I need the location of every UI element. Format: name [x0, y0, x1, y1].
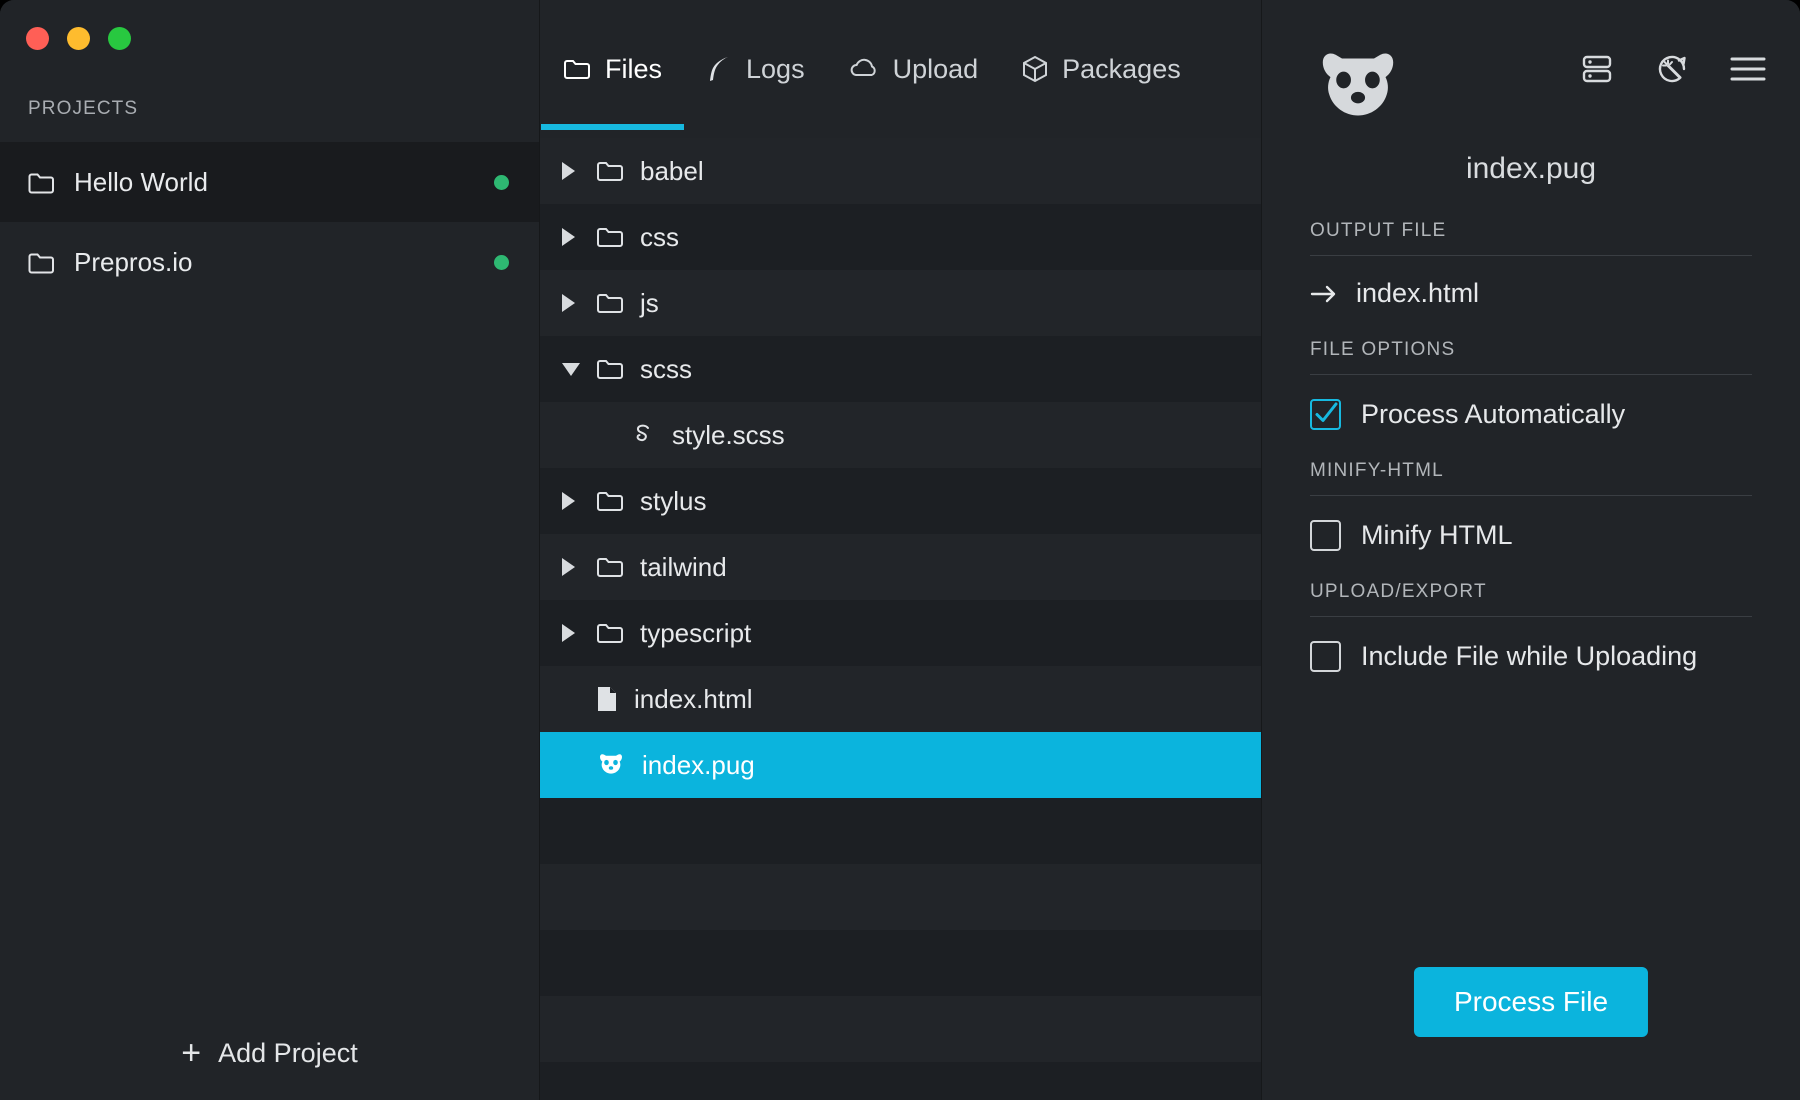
output-file-name: index.html — [1356, 278, 1479, 309]
file-tree-row-stylus[interactable]: stylus — [540, 468, 1261, 534]
folder-icon — [596, 291, 624, 315]
folder-icon — [596, 555, 624, 579]
tab-label: Files — [605, 54, 662, 85]
process-automatically-option[interactable]: Process Automatically — [1310, 399, 1752, 430]
file-name: scss — [640, 354, 692, 385]
arrow-right-icon — [1310, 284, 1338, 304]
sidebar-item-prepros-io[interactable]: Prepros.io — [0, 222, 539, 302]
file-name: tailwind — [640, 552, 727, 583]
status-badge — [494, 175, 509, 190]
include-file-checkbox[interactable] — [1310, 641, 1341, 672]
file-name: stylus — [640, 486, 706, 517]
minify-html-checkbox[interactable] — [1310, 520, 1341, 551]
file-name: css — [640, 222, 679, 253]
file-tree-empty-row — [540, 930, 1261, 996]
file-tree-row-js[interactable]: js — [540, 270, 1261, 336]
chevron-right-icon[interactable] — [562, 294, 596, 312]
pug-icon — [596, 752, 626, 778]
tab-label: Packages — [1062, 54, 1181, 85]
chevron-right-icon[interactable] — [562, 558, 596, 576]
package-icon — [1022, 55, 1048, 83]
file-tree-row-tailwind[interactable]: tailwind — [540, 534, 1261, 600]
file-tree-row-scss[interactable]: scss — [540, 336, 1261, 402]
file-tree-row-css[interactable]: css — [540, 204, 1261, 270]
file-tree-empty-row — [540, 798, 1261, 864]
projects-sidebar: PROJECTS Hello World Prepros.io + Add Pr… — [0, 0, 540, 1100]
folder-icon — [596, 489, 624, 513]
minify-section-label: MINIFY-HTML — [1310, 460, 1752, 496]
add-project-button[interactable]: + Add Project — [0, 1036, 539, 1070]
chevron-right-icon[interactable] — [562, 492, 596, 510]
maximize-button[interactable] — [108, 27, 131, 50]
add-project-label: Add Project — [218, 1038, 358, 1069]
folder-icon — [28, 171, 55, 194]
tab-bar: Files Logs Upload — [540, 0, 1261, 138]
hamburger-menu-icon[interactable] — [1730, 55, 1766, 83]
project-name: Hello World — [74, 167, 494, 198]
file-tree-empty-row — [540, 996, 1261, 1062]
server-stack-icon[interactable] — [1580, 52, 1614, 86]
cloud-icon — [849, 58, 879, 80]
minimize-button[interactable] — [67, 27, 90, 50]
folder-icon — [28, 251, 55, 274]
folder-icon — [596, 225, 624, 249]
files-panel: Files Logs Upload — [540, 0, 1262, 1100]
tab-label: Logs — [746, 54, 805, 85]
tab-label: Upload — [893, 54, 979, 85]
minify-html-option[interactable]: Minify HTML — [1310, 520, 1752, 551]
file-name: index.pug — [642, 750, 755, 781]
close-button[interactable] — [26, 27, 49, 50]
status-badge — [494, 255, 509, 270]
folder-icon — [596, 357, 624, 381]
upload-export-section-label: UPLOAD/EXPORT — [1310, 581, 1752, 617]
chevron-down-icon[interactable] — [562, 363, 596, 376]
tab-logs[interactable]: Logs — [684, 0, 827, 138]
file-tree-row-index-pug[interactable]: index.pug — [540, 732, 1261, 798]
include-file-label: Include File while Uploading — [1361, 641, 1697, 672]
projects-header: PROJECTS — [28, 98, 539, 120]
folder-icon — [596, 159, 624, 183]
file-options-section-label: FILE OPTIONS — [1310, 339, 1752, 375]
file-tree-row-typescript[interactable]: typescript — [540, 600, 1261, 666]
output-file-section-label: OUTPUT FILE — [1310, 220, 1752, 256]
document-icon — [596, 685, 618, 713]
file-tree-row-babel[interactable]: babel — [540, 138, 1261, 204]
file-name: style.scss — [672, 420, 785, 451]
file-tree[interactable]: babel css js scss — [540, 138, 1261, 1100]
process-automatically-label: Process Automatically — [1361, 399, 1625, 430]
file-name: js — [640, 288, 659, 319]
process-file-button[interactable]: Process File — [1414, 967, 1648, 1037]
process-automatically-checkbox[interactable] — [1310, 399, 1341, 430]
plus-icon: + — [181, 1036, 201, 1070]
file-details-panel: index.pug OUTPUT FILE index.html FILE OP… — [1262, 0, 1800, 1100]
file-tree-row-style-scss[interactable]: style.scss — [540, 402, 1261, 468]
folder-icon — [596, 621, 624, 645]
tab-upload[interactable]: Upload — [827, 0, 1001, 138]
file-tree-empty-row — [540, 1062, 1261, 1100]
minify-html-label: Minify HTML — [1361, 520, 1513, 551]
sass-icon — [630, 421, 656, 449]
file-name: babel — [640, 156, 704, 187]
project-list: Hello World Prepros.io — [0, 142, 539, 302]
app-window: PROJECTS Hello World Prepros.io + Add Pr… — [0, 0, 1800, 1100]
file-title: index.pug — [1310, 152, 1752, 186]
file-tree-row-index-html[interactable]: index.html — [540, 666, 1261, 732]
folder-icon — [563, 57, 591, 81]
toolbar-icons — [1580, 0, 1766, 138]
chevron-right-icon[interactable] — [562, 228, 596, 246]
project-name: Prepros.io — [74, 247, 494, 278]
include-file-option[interactable]: Include File while Uploading — [1310, 641, 1752, 672]
file-name: typescript — [640, 618, 751, 649]
magic-wand-refresh-icon[interactable] — [1654, 51, 1690, 87]
chevron-right-icon[interactable] — [562, 162, 596, 180]
feather-icon — [706, 55, 732, 83]
file-tree-empty-row — [540, 864, 1261, 930]
output-file-row: index.html — [1310, 278, 1752, 309]
window-controls — [0, 0, 539, 50]
tab-packages[interactable]: Packages — [1000, 0, 1203, 138]
file-name: index.html — [634, 684, 753, 715]
chevron-right-icon[interactable] — [562, 624, 596, 642]
sidebar-item-hello-world[interactable]: Hello World — [0, 142, 539, 222]
tab-files[interactable]: Files — [541, 0, 684, 138]
